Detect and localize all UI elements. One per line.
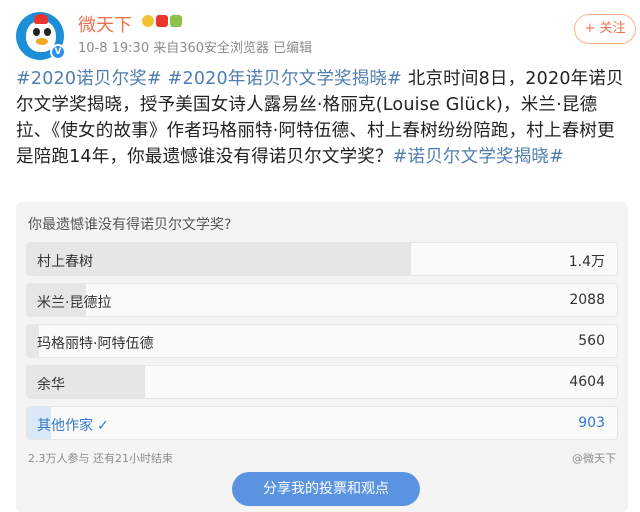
- poll-option[interactable]: 余华 4604: [26, 365, 618, 399]
- medal-icon[interactable]: [170, 14, 182, 27]
- poll-option[interactable]: 玛格丽特·阿特伍德 560: [26, 324, 618, 358]
- username[interactable]: 微天下: [78, 11, 132, 37]
- eye-left: [33, 28, 40, 36]
- post-header: V 微天下 10-8 19:30 来自360安全浏览器 已编辑 + 关注: [0, 0, 640, 62]
- poll-option-label-text: 其他作家: [37, 418, 93, 434]
- poll-option-label: 米兰·昆德拉: [37, 295, 112, 311]
- hashtag-link[interactable]: #2020年诺贝尔文学奖揭晓#: [168, 69, 402, 89]
- checkmark-icon: ✓: [97, 418, 109, 434]
- share-vote-button[interactable]: 分享我的投票和观点: [232, 472, 420, 506]
- hashtag-link[interactable]: #2020诺贝尔奖#: [16, 69, 162, 89]
- verified-badge-icon: V: [50, 44, 66, 60]
- poll-option-label: 其他作家 ✓: [37, 415, 109, 435]
- poll-option-selected[interactable]: 其他作家 ✓ 903: [26, 406, 618, 440]
- poll-option-count: 560: [578, 333, 605, 349]
- china-flag-icon[interactable]: [156, 14, 168, 27]
- poll-card: 你最遗憾谁没有得诺贝尔文学奖? 村上春树 1.4万 米兰·昆德拉 2088 玛格…: [16, 202, 628, 512]
- comb-shape: [34, 14, 48, 24]
- post-meta: 10-8 19:30 来自360安全浏览器 已编辑: [78, 41, 313, 56]
- beak-shape: [36, 38, 48, 45]
- poll-participants: 2.3万人参与 还有21小时结束: [28, 452, 173, 465]
- eye-right: [44, 28, 51, 36]
- poll-option-label: 村上春树: [37, 254, 93, 270]
- poll-option-count: 903: [578, 415, 605, 431]
- poll-option-count: 2088: [569, 292, 605, 308]
- follow-button[interactable]: + 关注: [574, 14, 636, 44]
- user-badges: [142, 13, 184, 27]
- poll-option[interactable]: 米兰·昆德拉 2088: [26, 283, 618, 317]
- poll-option-count: 4604: [569, 374, 605, 390]
- poll-option-label: 玛格丽特·阿特伍德: [37, 336, 154, 352]
- vip-sun-icon[interactable]: [142, 14, 154, 27]
- poll-option[interactable]: 村上春树 1.4万: [26, 242, 618, 276]
- poll-option-label: 余华: [37, 377, 65, 393]
- poll-question: 你最遗憾谁没有得诺贝尔文学奖?: [28, 217, 232, 233]
- hashtag-link[interactable]: #诺贝尔文学奖揭晓#: [393, 147, 564, 167]
- poll-source[interactable]: @微天下: [572, 450, 616, 466]
- poll-option-count: 1.4万: [568, 254, 605, 270]
- post-text: #2020诺贝尔奖# #2020年诺贝尔文学奖揭晓# 北京时间8日，2020年诺…: [16, 66, 628, 170]
